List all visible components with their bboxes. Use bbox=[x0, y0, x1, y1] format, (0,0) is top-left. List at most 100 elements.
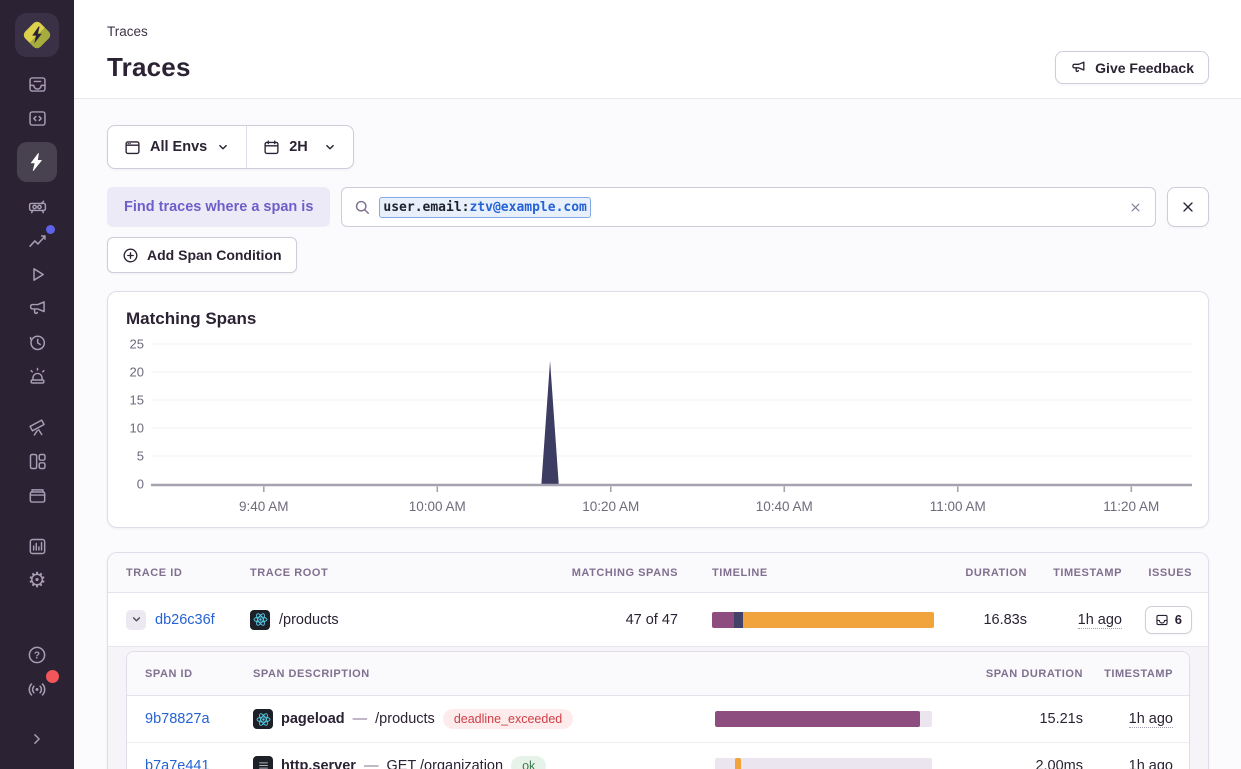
telescope-icon bbox=[27, 417, 48, 438]
svg-text:10: 10 bbox=[130, 421, 144, 436]
sidebar-item-help[interactable]: ? bbox=[17, 638, 57, 672]
svg-text:11:20 AM: 11:20 AM bbox=[1103, 499, 1159, 514]
svg-text:15: 15 bbox=[130, 393, 144, 408]
sidebar-item-whats-new[interactable] bbox=[17, 672, 57, 706]
svg-text:10:20 AM: 10:20 AM bbox=[582, 499, 639, 514]
play-icon bbox=[27, 264, 48, 285]
col-duration: DURATION bbox=[934, 567, 1027, 579]
issues-icon bbox=[1155, 613, 1169, 627]
add-span-condition-label: Add Span Condition bbox=[147, 247, 282, 263]
sidebar-item-projects[interactable] bbox=[17, 189, 57, 223]
close-x-icon bbox=[1180, 199, 1196, 215]
trace-id-link[interactable]: db26c36f bbox=[155, 612, 215, 628]
trace-duration: 16.83s bbox=[934, 612, 1027, 628]
breadcrumb[interactable]: Traces bbox=[107, 24, 1209, 39]
siren-icon bbox=[27, 366, 48, 387]
environment-filter-label: All Envs bbox=[150, 139, 207, 155]
span-duration: 15.21s bbox=[932, 711, 1083, 727]
span-op: http.server bbox=[281, 758, 356, 769]
col-span-duration: SPAN DURATION bbox=[932, 668, 1083, 680]
span-id-link[interactable]: b7a7e441 bbox=[145, 758, 210, 769]
trace-issues-count: 6 bbox=[1175, 612, 1182, 627]
dashboard-layout-icon bbox=[27, 451, 48, 472]
megaphone-icon bbox=[27, 298, 48, 319]
lightning-icon bbox=[26, 151, 48, 173]
svg-text:0: 0 bbox=[137, 477, 144, 492]
col-trace-root: TRACE ROOT bbox=[250, 567, 514, 579]
add-span-condition-button[interactable]: Add Span Condition bbox=[107, 237, 297, 273]
svg-text:11:00 AM: 11:00 AM bbox=[930, 499, 986, 514]
span-row: 9b78827a pageload — /products deadline_e… bbox=[127, 696, 1189, 742]
svg-text:9:40 AM: 9:40 AM bbox=[239, 499, 289, 514]
sidebar-item-dashboards[interactable] bbox=[17, 444, 57, 478]
span-description: GET /organization bbox=[386, 758, 503, 769]
calendar-icon bbox=[263, 139, 280, 156]
span-row: b7a7e441 http.server — GET /organization… bbox=[127, 742, 1189, 769]
span-table-header: SPAN ID SPAN DESCRIPTION SPAN DURATION T… bbox=[127, 652, 1189, 696]
chevron-down-icon bbox=[130, 613, 143, 626]
matching-spans-panel: Matching Spans 05101520259:40 AM10:00 AM… bbox=[107, 291, 1209, 528]
search-icon bbox=[354, 199, 371, 216]
sidebar-item-traces[interactable] bbox=[17, 142, 57, 182]
span-duration-fill bbox=[735, 758, 741, 769]
sidebar-item-stats[interactable] bbox=[17, 529, 57, 563]
app-logo[interactable] bbox=[15, 13, 59, 57]
server-platform-icon bbox=[253, 756, 273, 769]
collapse-trace-button[interactable] bbox=[126, 610, 146, 630]
give-feedback-button[interactable]: Give Feedback bbox=[1055, 51, 1209, 84]
clear-x-icon bbox=[1128, 200, 1143, 215]
sidebar-item-settings[interactable]: ⚙ bbox=[17, 563, 57, 597]
sidebar-item-user-feedback[interactable] bbox=[17, 291, 57, 325]
page-filter-bar: All Envs 2H bbox=[107, 125, 354, 169]
span-timeline-track bbox=[715, 758, 932, 769]
environment-filter[interactable]: All Envs bbox=[108, 126, 246, 168]
span-timestamp[interactable]: 1h ago bbox=[1129, 758, 1173, 769]
react-platform-icon bbox=[253, 709, 273, 729]
span-id-link[interactable]: 9b78827a bbox=[145, 711, 210, 727]
whats-new-dot bbox=[46, 670, 59, 683]
span-search-input[interactable]: user.email:ztv@example.com bbox=[341, 187, 1156, 227]
archive-box-icon bbox=[27, 485, 48, 506]
chevron-down-icon bbox=[216, 140, 230, 154]
matching-spans-chart[interactable]: 05101520259:40 AM10:00 AM10:20 AM10:40 A… bbox=[108, 331, 1208, 523]
trace-root-label: /products bbox=[279, 612, 339, 628]
give-feedback-label: Give Feedback bbox=[1095, 60, 1194, 76]
svg-text:5: 5 bbox=[137, 449, 144, 464]
svg-text:20: 20 bbox=[130, 365, 144, 380]
span-duration-fill bbox=[715, 711, 920, 727]
sidebar-item-explore[interactable] bbox=[17, 101, 57, 135]
sidebar-item-alerts[interactable] bbox=[17, 359, 57, 393]
col-span-id: SPAN ID bbox=[127, 668, 253, 680]
trace-issues-button[interactable]: 6 bbox=[1145, 606, 1192, 634]
clear-search-button[interactable] bbox=[1128, 200, 1143, 215]
sidebar-item-discover[interactable] bbox=[17, 410, 57, 444]
sidebar-item-releases[interactable] bbox=[17, 325, 57, 359]
sidebar-item-archive[interactable] bbox=[17, 478, 57, 512]
span-status-badge: deadline_exceeded bbox=[443, 709, 573, 729]
span-table: SPAN ID SPAN DESCRIPTION SPAN DURATION T… bbox=[126, 651, 1190, 769]
svg-text:10:40 AM: 10:40 AM bbox=[756, 499, 813, 514]
plus-circle-icon bbox=[122, 247, 139, 264]
search-token[interactable]: user.email:ztv@example.com bbox=[379, 197, 591, 218]
col-timestamp: TIMESTAMP bbox=[1027, 567, 1122, 579]
sidebar-item-insights[interactable] bbox=[17, 223, 57, 257]
svg-text:?: ? bbox=[34, 650, 40, 661]
trace-timestamp[interactable]: 1h ago bbox=[1078, 612, 1122, 629]
remove-condition-button[interactable] bbox=[1167, 187, 1209, 227]
chart-title: Matching Spans bbox=[108, 309, 1208, 329]
window-icon bbox=[124, 139, 141, 156]
sidebar-item-replays[interactable] bbox=[17, 257, 57, 291]
span-status-badge: ok bbox=[511, 756, 546, 769]
help-icon: ? bbox=[26, 644, 48, 666]
projector-icon bbox=[27, 196, 48, 217]
sidebar-collapse-button[interactable] bbox=[17, 722, 57, 756]
span-timestamp[interactable]: 1h ago bbox=[1129, 711, 1173, 728]
search-token-key: user.email: bbox=[383, 200, 469, 215]
span-duration: 2.00ms bbox=[932, 758, 1083, 769]
chevron-right-icon bbox=[27, 729, 47, 749]
traces-table-header: TRACE ID TRACE ROOT MATCHING SPANS TIMEL… bbox=[108, 553, 1208, 593]
col-span-timestamp: TIMESTAMP bbox=[1083, 668, 1190, 680]
broadcast-icon bbox=[26, 678, 48, 700]
sidebar-item-issues[interactable] bbox=[17, 67, 57, 101]
time-range-filter[interactable]: 2H bbox=[247, 126, 353, 168]
